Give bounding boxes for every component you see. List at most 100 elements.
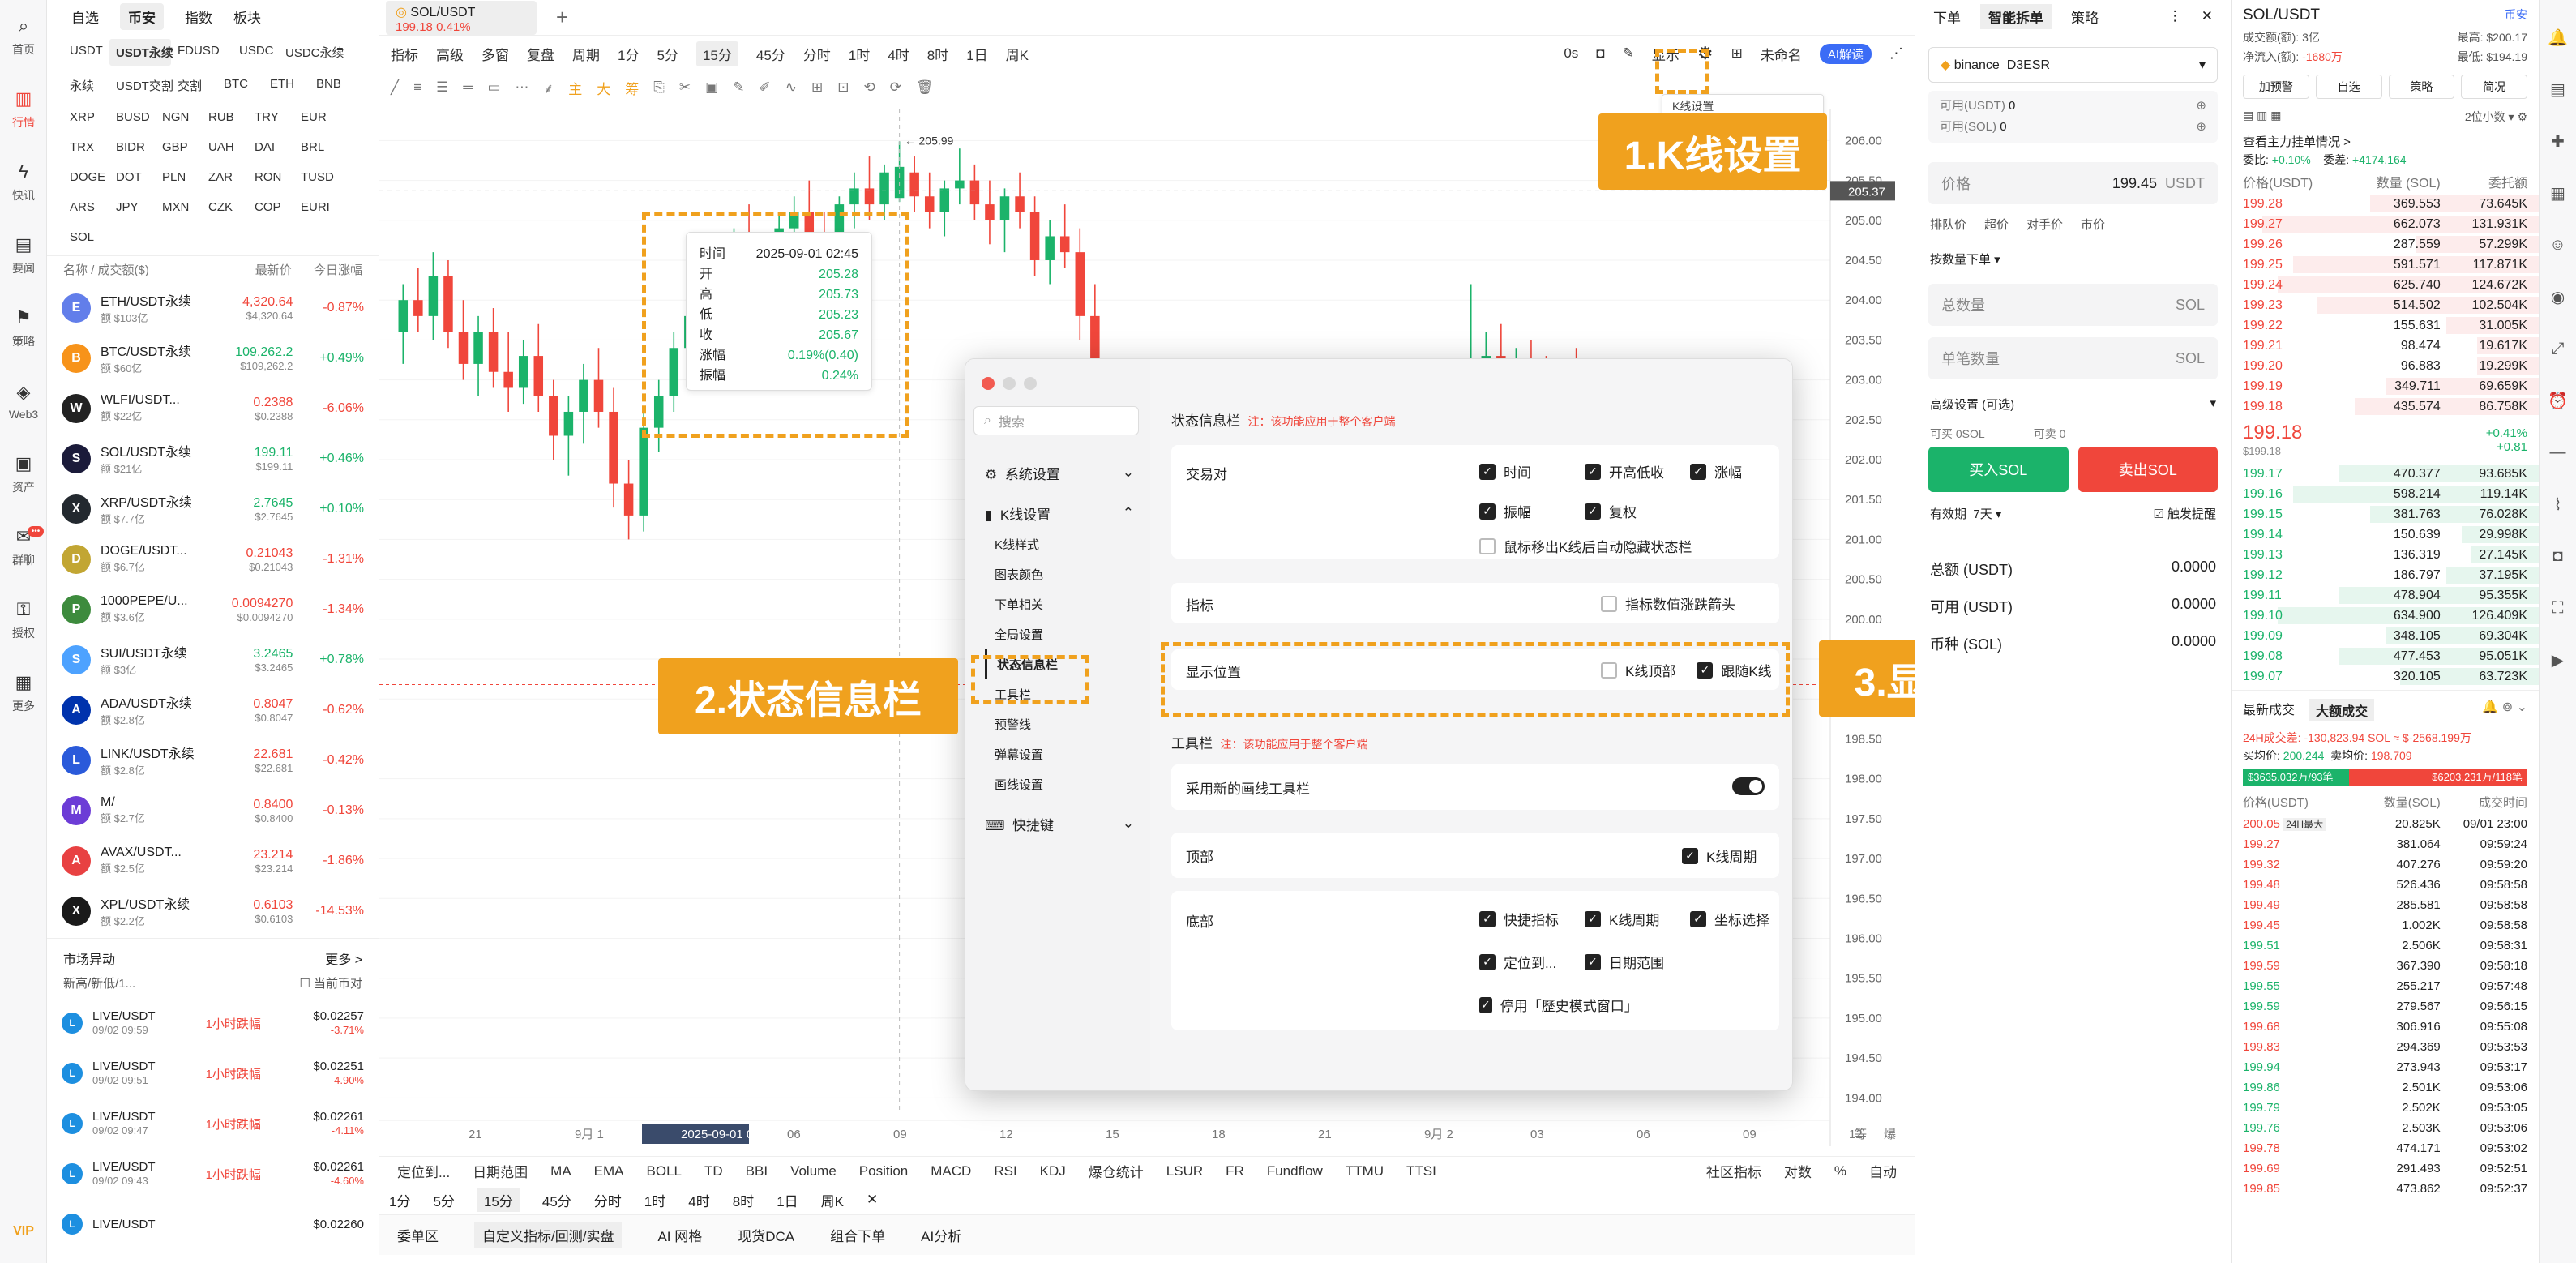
- col-change-header[interactable]: 今日涨幅: [292, 261, 362, 278]
- quote-chip[interactable]: XRP: [63, 105, 109, 129]
- alert-row[interactable]: L LIVE/USDT $0.02260: [47, 1199, 379, 1249]
- bid-row[interactable]: 199.07 320.105 63.723K: [2232, 666, 2539, 687]
- settings-menu-shortcuts[interactable]: ⌨ 快捷键 ⌄: [985, 807, 1134, 840]
- ask-row[interactable]: 199.22 155.631 31.005K: [2232, 315, 2539, 336]
- order-type-1[interactable]: 超价: [1984, 216, 2009, 233]
- ask-row[interactable]: 199.27 662.073 131.931K: [2232, 214, 2539, 234]
- bid-row[interactable]: 199.09 348.105 69.304K: [2232, 626, 2539, 646]
- settings-submenu-item[interactable]: 全局设置: [995, 619, 1150, 649]
- rail-item-7[interactable]: ✉ 群聊 •••: [0, 511, 47, 584]
- doc-icon[interactable]: ▤: [2540, 63, 2576, 115]
- col-name-header[interactable]: 名称 / 成交额($): [63, 261, 211, 278]
- opt-time[interactable]: ✓ 时间: [1479, 461, 1585, 482]
- interval-2[interactable]: 15分: [695, 41, 738, 66]
- video-icon[interactable]: ▶: [2540, 634, 2576, 686]
- indicator-9[interactable]: KDJ: [1040, 1163, 1066, 1180]
- order-tab-1[interactable]: 智能拆单: [1980, 3, 2052, 29]
- pen-icon[interactable]: ✎: [1623, 45, 1634, 62]
- interval-4[interactable]: 分时: [803, 44, 831, 64]
- settings-menu-0[interactable]: ⚙ 系统设置 ⌄: [985, 456, 1134, 489]
- bid-row[interactable]: 199.15 381.763 76.028K: [2232, 504, 2539, 524]
- quote-chip[interactable]: DOGE: [63, 165, 109, 189]
- ask-row[interactable]: 199.23 514.502 102.504K: [2232, 295, 2539, 315]
- robot-icon[interactable]: ☺: [2540, 219, 2576, 271]
- plus-circle-icon[interactable]: ⊕: [2196, 96, 2206, 117]
- opt-quick-indicator[interactable]: ✓ 快捷指标: [1479, 909, 1585, 929]
- main-force-icon[interactable]: 主: [568, 78, 582, 98]
- ask-row[interactable]: 199.18 435.574 86.758K: [2232, 396, 2539, 417]
- settings-submenu-item[interactable]: 画线设置: [995, 769, 1150, 799]
- alert-row[interactable]: L LIVE/USDT 09/02 09:43 1小时跌幅 $0.02261 -4.…: [47, 1149, 379, 1199]
- quote-chip[interactable]: FDUSD: [171, 39, 233, 66]
- indicator-right-0[interactable]: 社区指标: [1706, 1161, 1761, 1181]
- interval-3[interactable]: 45分: [756, 44, 785, 64]
- frame-icon[interactable]: ⊡: [837, 79, 849, 96]
- trash-icon[interactable]: 🗑: [916, 79, 934, 96]
- big-orders-link[interactable]: 查看主力挂单情况 >: [2232, 126, 2539, 150]
- copy-icon[interactable]: ⎘: [653, 79, 665, 96]
- bottom-interval-3[interactable]: 45分: [542, 1190, 571, 1210]
- opt-change[interactable]: ✓ 涨幅: [1690, 461, 1787, 482]
- quote-chip[interactable]: COP: [248, 195, 294, 219]
- quote-chip[interactable]: CZK: [202, 195, 248, 219]
- indicator-2[interactable]: BOLL: [647, 1163, 682, 1180]
- buy-button[interactable]: 买入SOL: [1928, 447, 2069, 492]
- alert-row[interactable]: L LIVE/USDT 09/02 09:51 1小时跌幅 $0.02251 -4.…: [47, 1048, 379, 1098]
- rail-item-3[interactable]: ▤ 要闻: [0, 219, 47, 292]
- quote-chip[interactable]: DOT: [109, 165, 156, 189]
- market-row[interactable]: A ADA/USDT永续额 $2.8亿 0.8047 $0.8047 -0.62%: [47, 685, 379, 735]
- undo-icon[interactable]: ⟲: [863, 79, 875, 96]
- quote-chip[interactable]: TRY: [248, 105, 294, 129]
- market-row[interactable]: P 1000PEPE/U... 额 $3.6亿 0.0094270 $0.00942…: [47, 584, 379, 635]
- quote-chip[interactable]: ARS: [63, 195, 109, 219]
- quote-chip[interactable]: UAH: [202, 135, 248, 159]
- ai-analyze-button[interactable]: AI解读: [1819, 43, 1872, 64]
- bottom-interval-9[interactable]: 周K: [821, 1190, 844, 1210]
- brush-icon[interactable]: ✎: [733, 79, 744, 96]
- add-tab-icon[interactable]: +: [556, 5, 568, 30]
- sell-button[interactable]: 卖出SOL: [2077, 447, 2218, 492]
- indicator-5[interactable]: Volume: [790, 1163, 837, 1180]
- rail-item-6[interactable]: ▣ 资产: [0, 438, 47, 511]
- indicator-6[interactable]: Position: [859, 1163, 908, 1180]
- market-row[interactable]: X XRP/USDT永续额 $7.7亿 2.7645 $2.7645 +0.10%: [47, 484, 379, 534]
- shape-icon[interactable]: ▣: [705, 79, 718, 96]
- settings-submenu-item[interactable]: K线样式: [995, 529, 1150, 559]
- pencil-icon[interactable]: ✐: [759, 79, 770, 96]
- total-qty-input[interactable]: 总数量 SOL: [1928, 284, 2218, 326]
- market-row[interactable]: E ETH/USDT永续额 $103亿 4,320.64 $4,320.64 -0…: [47, 283, 379, 333]
- fib-icon[interactable]: ☰: [436, 79, 448, 96]
- camera-icon[interactable]: ◘: [1596, 45, 1604, 62]
- opt-locate[interactable]: ✓ 定位到...: [1479, 952, 1585, 972]
- opt-bottom-period[interactable]: ✓ K线周期: [1585, 909, 1690, 929]
- indicator-right-1[interactable]: 对数: [1784, 1161, 1812, 1181]
- rail-item-0[interactable]: ⌕ 首页: [0, 0, 47, 73]
- market-row[interactable]: D DOGE/USDT... 额 $6.7亿 0.21043 $0.21043 -1…: [47, 534, 379, 584]
- toolbar-item-3[interactable]: 复盘: [527, 44, 554, 64]
- alerts-more-link[interactable]: 更多 >: [325, 948, 362, 968]
- market-row[interactable]: M M/额 $2.7亿 0.8400 $0.8400 -0.13%: [47, 786, 379, 836]
- more-icon[interactable]: ⋮: [2168, 8, 2182, 24]
- market-tab-0[interactable]: 自选: [71, 6, 99, 27]
- quote-chip[interactable]: PLN: [156, 165, 202, 189]
- quote-chip[interactable]: EUR: [294, 105, 340, 129]
- book-button-2[interactable]: 策略: [2388, 75, 2455, 99]
- settings-submenu-item[interactable]: 预警线: [995, 709, 1150, 739]
- quote-chip[interactable]: MXN: [156, 195, 202, 219]
- bottom-interval-6[interactable]: 4时: [688, 1190, 709, 1210]
- camera-icon[interactable]: ◘: [2540, 530, 2576, 582]
- share-icon[interactable]: ⋰: [1889, 45, 1903, 62]
- bid-row[interactable]: 199.14 150.639 29.998K: [2232, 524, 2539, 545]
- new-toolbar-toggle[interactable]: [1732, 777, 1765, 795]
- rail-item-5[interactable]: ◈ Web3: [0, 365, 47, 438]
- validity-select[interactable]: 7天: [1973, 507, 1992, 521]
- bell-icon[interactable]: 🔔 ⊚ ⌄: [2482, 699, 2527, 721]
- market-row[interactable]: A AVAX/USDT... 额 $2.5亿 23.214 $23.214 -1.8…: [47, 836, 379, 886]
- chips-icon[interactable]: 筹: [625, 78, 639, 98]
- indicator-right-2[interactable]: %: [1834, 1163, 1846, 1180]
- rail-item-1[interactable]: ▥ 行情: [0, 73, 47, 146]
- bottom-tab-4[interactable]: 组合下单: [830, 1225, 885, 1245]
- ask-row[interactable]: 199.21 98.474 19.617K: [2232, 336, 2539, 356]
- indicator-3[interactable]: TD: [704, 1163, 723, 1180]
- book-market[interactable]: 币安: [2505, 6, 2527, 24]
